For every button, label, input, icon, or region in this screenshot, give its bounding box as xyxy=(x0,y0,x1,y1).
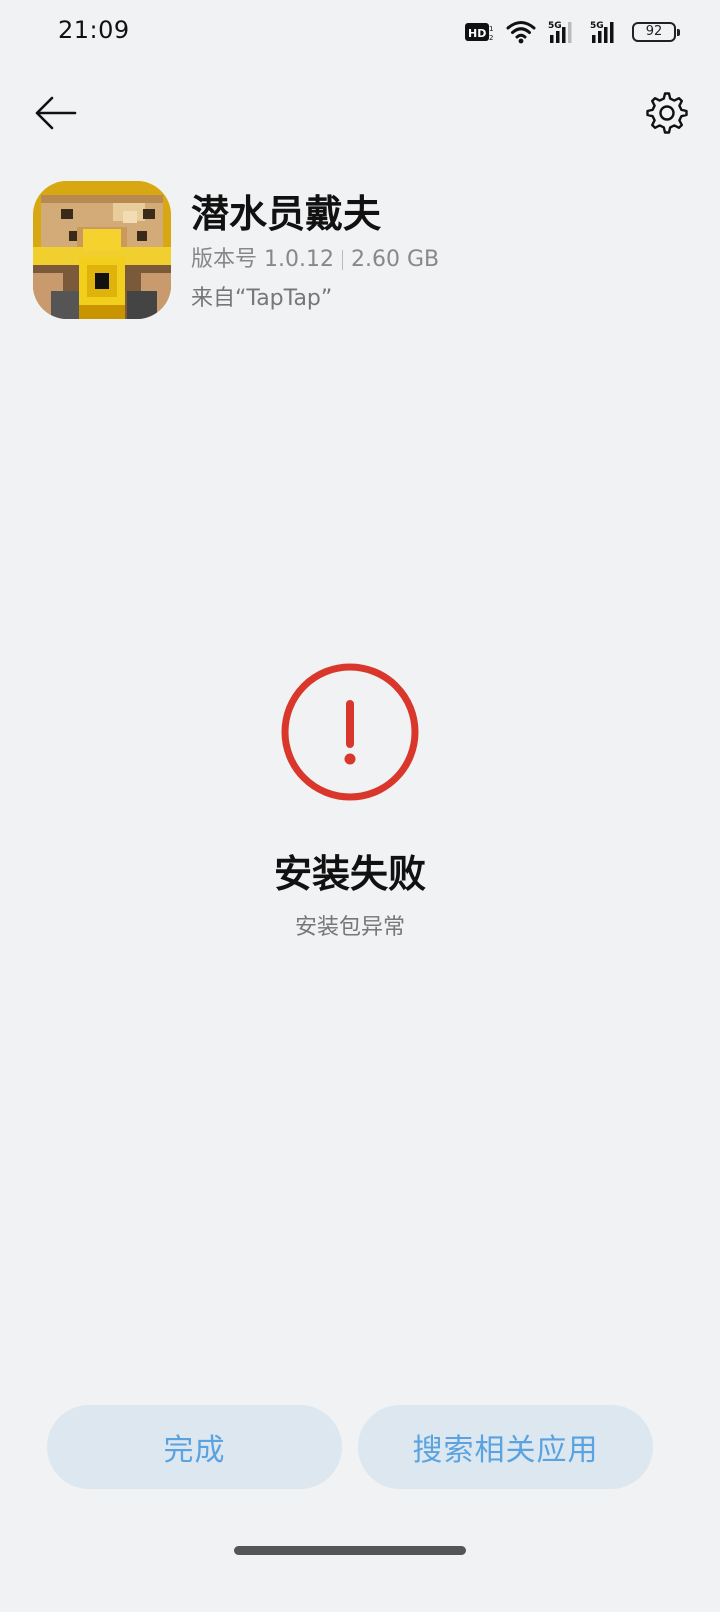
error-exclamation-icon xyxy=(280,662,420,802)
app-source: 来自“TapTap” xyxy=(191,286,333,311)
gear-icon xyxy=(646,92,688,134)
svg-text:HD: HD xyxy=(468,27,486,40)
svg-text:2: 2 xyxy=(489,34,493,42)
5g-signal-icon-2: 5G xyxy=(590,19,620,45)
install-failed-title: 安装失败 xyxy=(273,852,426,896)
status-time: 21:09 xyxy=(58,16,130,44)
back-button[interactable] xyxy=(30,90,80,136)
hd-voice-icon: HD 1 2 xyxy=(464,21,494,43)
settings-button[interactable] xyxy=(642,88,692,138)
app-icon xyxy=(33,181,171,319)
arrow-left-icon xyxy=(35,96,77,130)
svg-text:1: 1 xyxy=(489,25,493,33)
app-version: 版本号 1.0.12 xyxy=(191,247,334,272)
app-name: 潜水员戴夫 xyxy=(191,192,382,236)
app-meta: 版本号 1.0.12 2.60 GB xyxy=(191,245,439,275)
install-result-screen: 21:09 HD 1 2 5G 5G 92 潜水员戴夫 版本号 1.0.12 2… xyxy=(0,0,720,1612)
svg-text:5G: 5G xyxy=(548,21,562,31)
home-indicator[interactable] xyxy=(234,1546,466,1555)
battery-icon: 92 xyxy=(632,22,680,42)
svg-text:5G: 5G xyxy=(590,21,604,31)
pixel-diver-app-icon xyxy=(33,181,171,319)
search-related-apps-button[interactable]: 搜索相关应用 xyxy=(358,1405,653,1489)
status-icons: HD 1 2 5G 5G 92 xyxy=(464,18,680,46)
5g-signal-icon: 5G xyxy=(548,19,578,45)
done-button[interactable]: 完成 xyxy=(47,1405,342,1489)
status-bar: 21:09 HD 1 2 5G 5G 92 xyxy=(0,0,720,64)
wifi-icon xyxy=(506,19,536,45)
install-failed-reason: 安装包异常 xyxy=(294,915,405,940)
app-size: 2.60 GB xyxy=(350,247,440,272)
meta-divider xyxy=(341,250,343,270)
